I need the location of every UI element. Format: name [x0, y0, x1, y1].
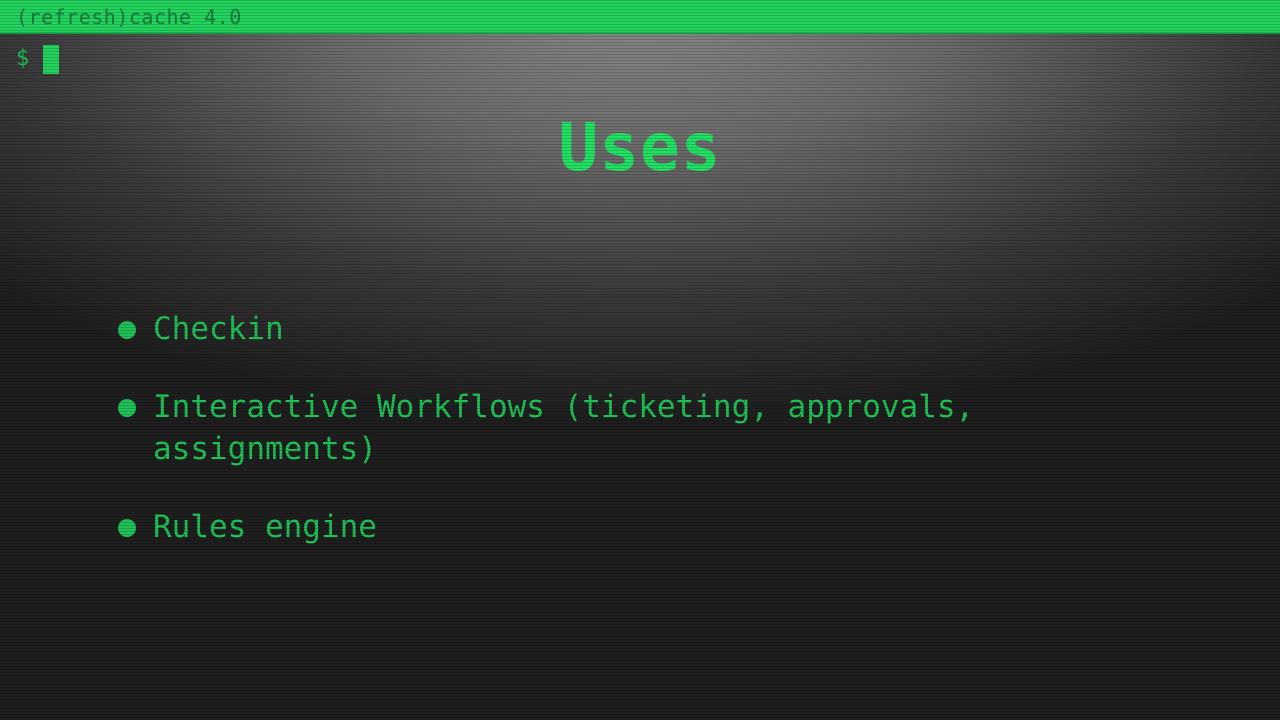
slide-title: Uses — [558, 109, 722, 187]
slide: (refresh)cache 4.0 $ Uses Checkin Intera… — [0, 0, 1280, 720]
bullet-dot-icon — [118, 399, 136, 417]
list-item-text: Checkin — [153, 311, 284, 347]
list-item-text: Rules engine — [153, 509, 377, 545]
list-item-text: Interactive Workflows (ticketing, approv… — [153, 389, 975, 467]
terminal-prompt[interactable]: $ — [16, 44, 60, 74]
bullet-dot-icon — [118, 321, 136, 339]
block-cursor-icon — [43, 44, 60, 74]
list-item: Checkin — [118, 308, 1118, 350]
bullet-list: Checkin Interactive Workflows (ticketing… — [118, 308, 1118, 584]
window-title: (refresh)cache 4.0 — [16, 5, 242, 29]
list-item: Rules engine — [118, 506, 1118, 548]
prompt-symbol: $ — [16, 46, 30, 71]
title-bar: (refresh)cache 4.0 — [0, 0, 1280, 34]
bullet-dot-icon — [118, 519, 136, 537]
list-item: Interactive Workflows (ticketing, approv… — [118, 386, 1118, 470]
